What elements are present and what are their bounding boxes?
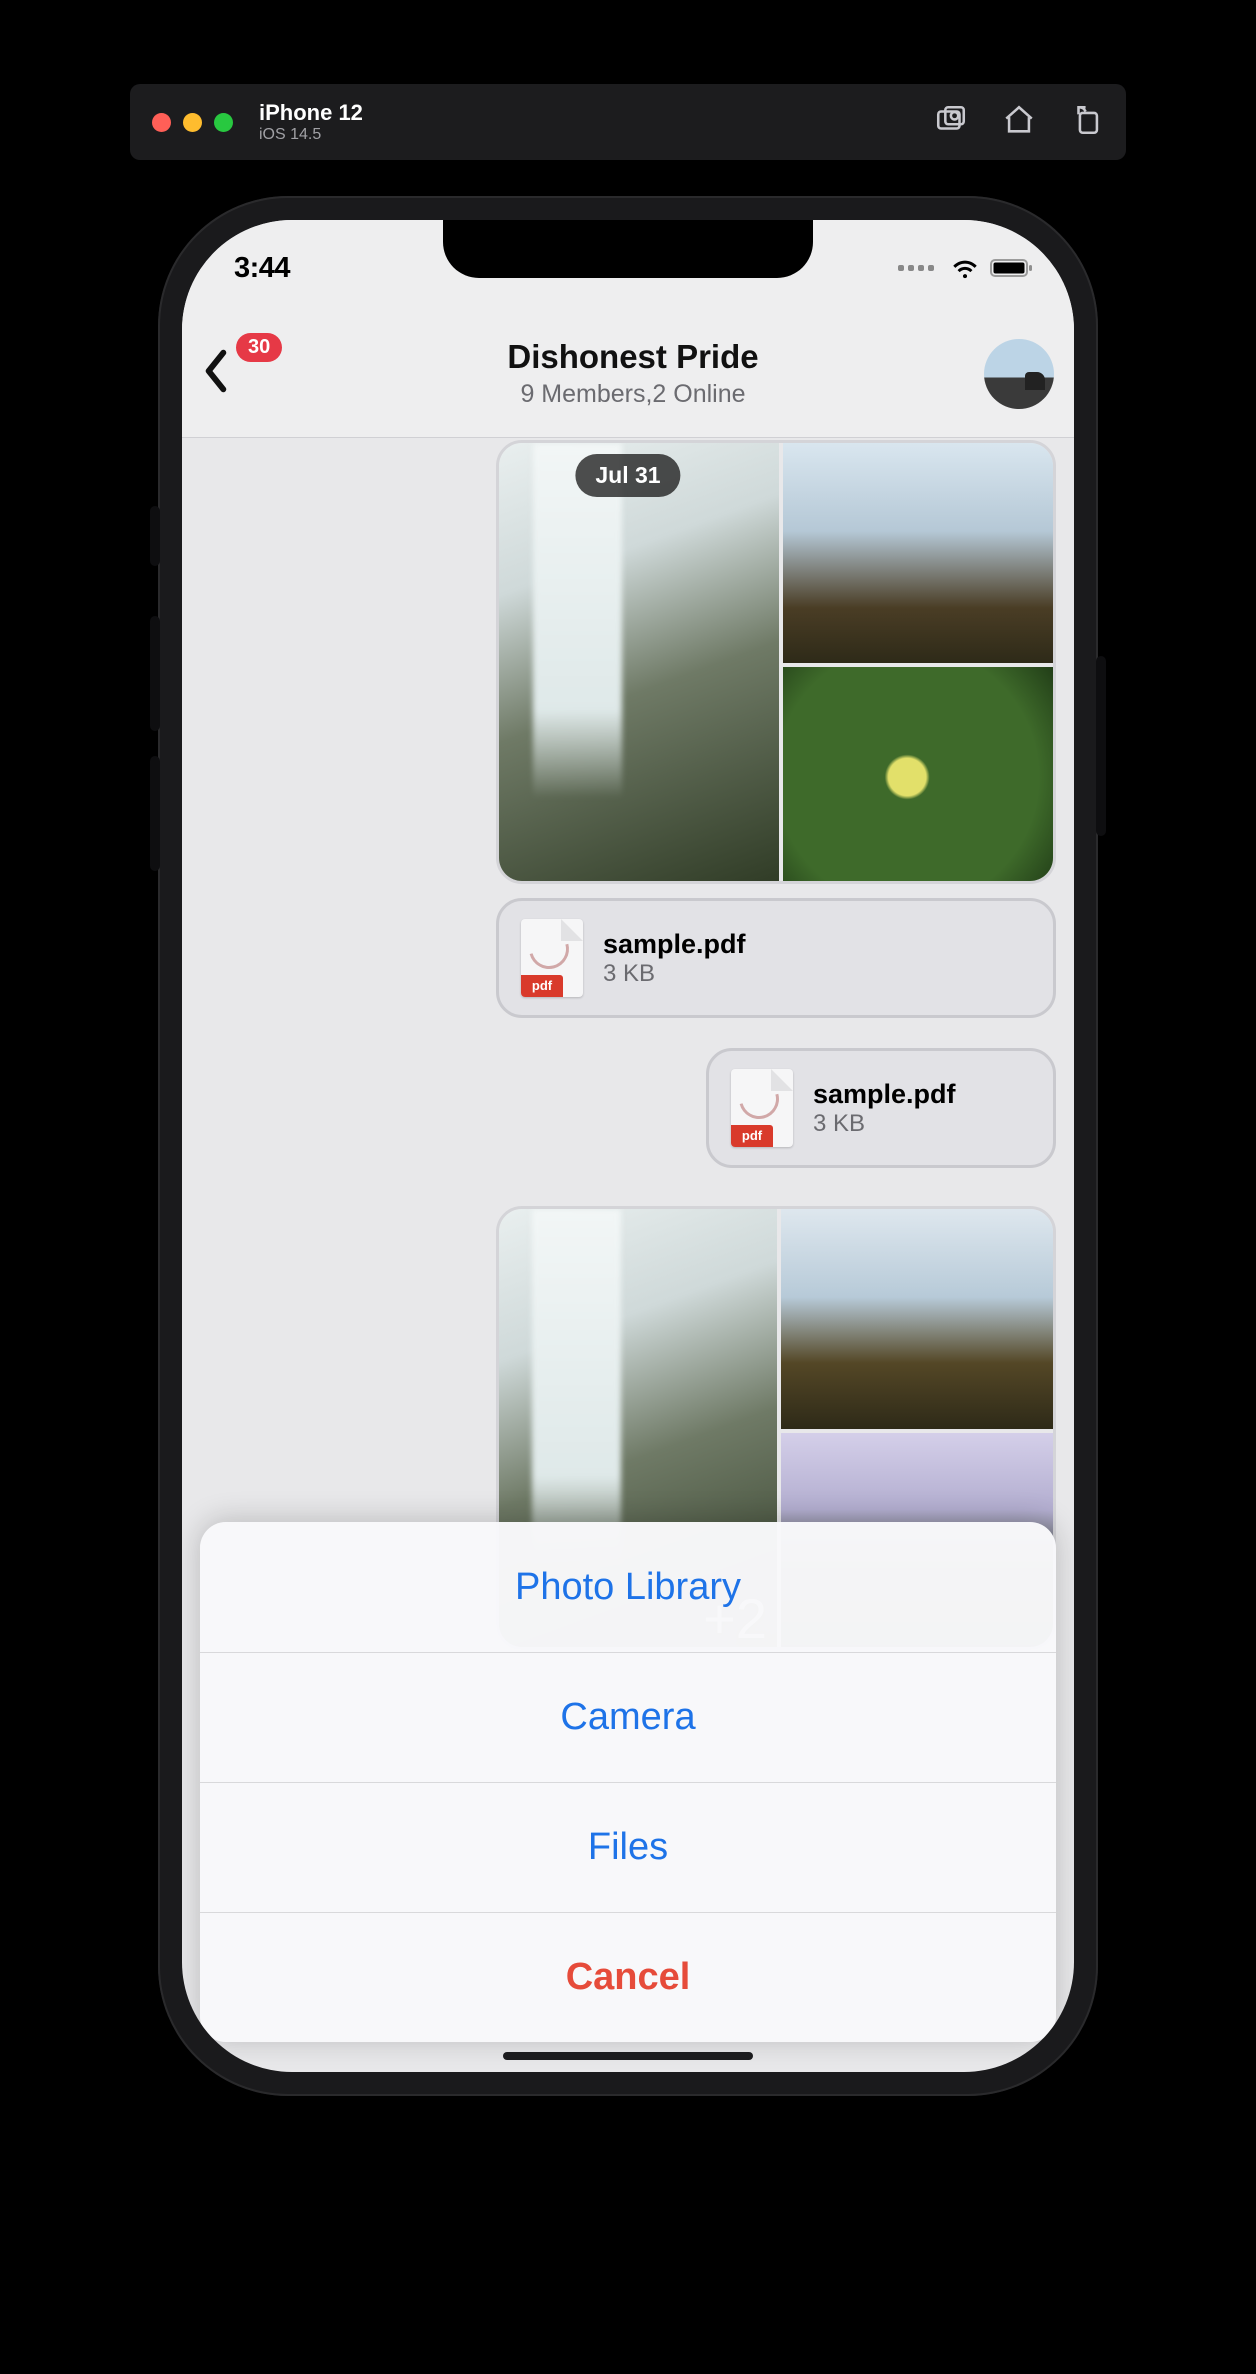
action-sheet-photo-library[interactable]: Photo Library bbox=[200, 1522, 1056, 1652]
date-separator: Jul 31 bbox=[575, 454, 680, 497]
file-name: sample.pdf bbox=[813, 1079, 956, 1110]
volume-up-button[interactable] bbox=[150, 616, 160, 731]
file-ext-label: pdf bbox=[521, 975, 563, 997]
file-ext-label: pdf bbox=[731, 1125, 773, 1147]
home-icon[interactable] bbox=[1002, 103, 1036, 142]
action-sheet-cancel[interactable]: Cancel bbox=[200, 1912, 1056, 2042]
rotate-icon[interactable] bbox=[1070, 103, 1104, 142]
file-size: 3 KB bbox=[603, 960, 746, 988]
pdf-file-icon: pdf bbox=[521, 919, 583, 997]
chat-subtitle: 9 Members,2 Online bbox=[282, 380, 984, 409]
phone-frame: 3:44 30 Dishonest Pride 9 Members, bbox=[158, 196, 1098, 2096]
action-sheet-camera[interactable]: Camera bbox=[200, 1652, 1056, 1782]
photo-thumbnail[interactable] bbox=[781, 1209, 1056, 1429]
window-zoom-icon[interactable] bbox=[214, 113, 233, 132]
simulator-toolbar: iPhone 12 iOS 14.5 bbox=[130, 84, 1126, 160]
simulator-device-name: iPhone 12 bbox=[259, 100, 363, 126]
home-indicator[interactable] bbox=[503, 2052, 753, 2060]
phone-screen: 3:44 30 Dishonest Pride 9 Members, bbox=[182, 220, 1074, 2072]
attachment-action-sheet: Photo Library Camera Files Cancel bbox=[200, 1522, 1056, 2042]
notch bbox=[443, 220, 813, 278]
window-close-icon[interactable] bbox=[152, 113, 171, 132]
photo-thumbnail[interactable] bbox=[783, 667, 1056, 884]
status-time: 3:44 bbox=[234, 252, 290, 285]
mute-switch[interactable] bbox=[150, 506, 160, 566]
cellular-icon bbox=[898, 265, 934, 271]
battery-icon bbox=[990, 257, 1034, 279]
file-size: 3 KB bbox=[813, 1110, 956, 1138]
photo-thumbnail[interactable] bbox=[499, 443, 779, 884]
file-message-2[interactable]: pdf sample.pdf 3 KB bbox=[706, 1048, 1056, 1168]
chat-avatar[interactable] bbox=[984, 339, 1054, 409]
unread-badge: 30 bbox=[236, 333, 282, 362]
window-minimize-icon[interactable] bbox=[183, 113, 202, 132]
power-button[interactable] bbox=[1096, 656, 1106, 836]
window-traffic-lights bbox=[152, 113, 233, 132]
wifi-icon bbox=[950, 257, 980, 279]
file-name: sample.pdf bbox=[603, 929, 746, 960]
pdf-file-icon: pdf bbox=[731, 1069, 793, 1147]
chat-title: Dishonest Pride bbox=[282, 338, 984, 376]
action-sheet-files[interactable]: Files bbox=[200, 1782, 1056, 1912]
chat-header: 30 Dishonest Pride 9 Members,2 Online bbox=[182, 310, 1074, 438]
file-message-1[interactable]: pdf sample.pdf 3 KB bbox=[496, 898, 1056, 1018]
photo-thumbnail[interactable] bbox=[783, 443, 1056, 663]
simulator-ios-version: iOS 14.5 bbox=[259, 126, 363, 144]
simulator-title: iPhone 12 iOS 14.5 bbox=[259, 100, 363, 144]
back-button[interactable] bbox=[202, 349, 230, 398]
screenshot-icon[interactable] bbox=[934, 103, 968, 142]
chat-area[interactable]: Jul 31 pdf sample.pdf 3 KB p bbox=[182, 438, 1074, 2072]
image-message-1[interactable] bbox=[496, 440, 1056, 884]
volume-down-button[interactable] bbox=[150, 756, 160, 871]
